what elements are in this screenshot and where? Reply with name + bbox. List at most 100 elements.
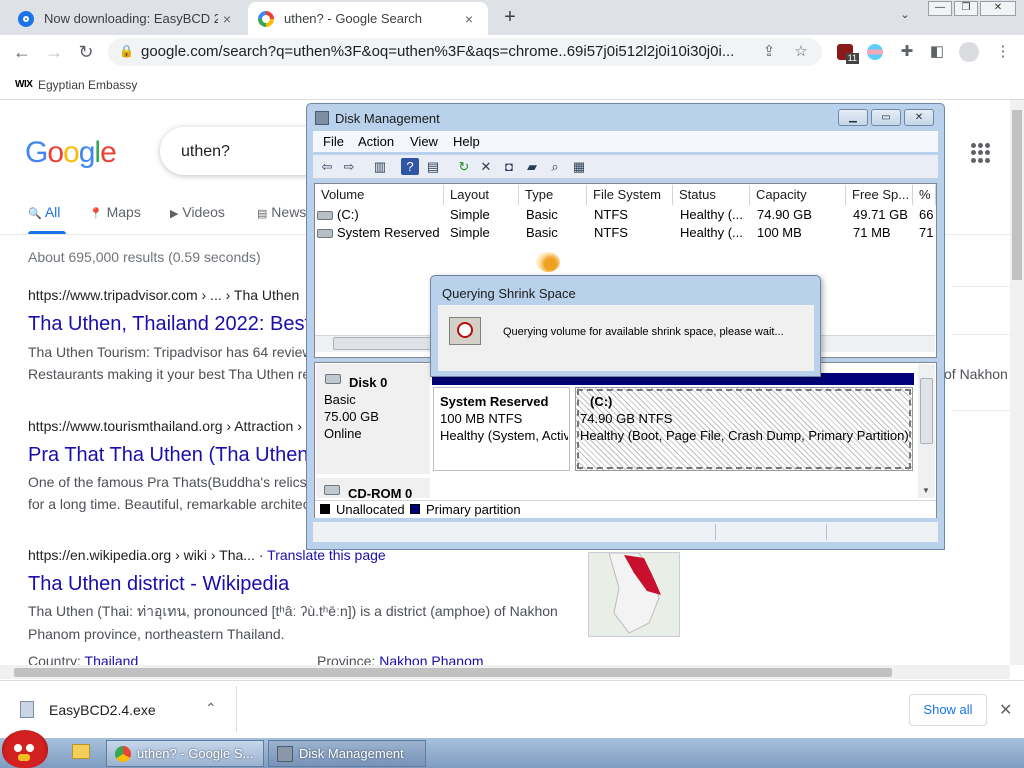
tab-google-search[interactable]: uthen? - Google Search ×: [248, 2, 488, 35]
side-panel-icon[interactable]: ◧: [926, 42, 948, 62]
result-cite[interactable]: https://www.tripadvisor.com › ... › Tha …: [28, 287, 299, 303]
forward-arrow-icon[interactable]: ⇨: [340, 158, 358, 175]
status-bar: [313, 522, 938, 542]
panel-divider: [952, 334, 1012, 335]
show-all-button[interactable]: Show all: [909, 694, 987, 726]
bookmark-egyptian-embassy[interactable]: Egyptian Embassy: [38, 78, 137, 92]
result-title[interactable]: Tha Uthen district - Wikipedia: [28, 573, 289, 596]
chevron-up-icon[interactable]: ⌃: [205, 700, 217, 717]
open-folder-icon[interactable]: ▰: [523, 158, 541, 175]
close-window-button[interactable]: ✕: [980, 1, 1016, 16]
disk-type: Basic: [324, 392, 356, 407]
col-free-space[interactable]: Free Sp...: [846, 185, 913, 205]
drive-icon: [317, 211, 333, 221]
taskbar-disk-management-button[interactable]: Disk Management: [268, 740, 426, 767]
scroll-down-arrow-icon[interactable]: ▼: [922, 486, 930, 495]
menu-help[interactable]: Help: [453, 134, 480, 149]
menu-file[interactable]: File: [323, 134, 344, 149]
result-title[interactable]: Pra That Tha Uthen (Tha Uthen: [28, 444, 309, 467]
disk-size: 75.00 GB: [324, 409, 379, 424]
taskbar-chrome-button[interactable]: uthen? - Google S...: [106, 740, 264, 767]
tab-news[interactable]: ▤ News: [257, 204, 306, 220]
dm-maximize-button[interactable]: ▭: [871, 109, 901, 126]
clock-icon: [457, 322, 473, 338]
col-status[interactable]: Status: [673, 185, 750, 205]
dialog-title: Querying Shrink Space: [442, 286, 576, 301]
extensions-puzzle-icon[interactable]: ✚: [896, 42, 918, 62]
folder-icon[interactable]: [72, 744, 90, 759]
close-shelf-icon[interactable]: ✕: [999, 700, 1012, 720]
bookmark-star-icon[interactable]: ☆: [790, 42, 812, 62]
settings-grid-icon[interactable]: ▦: [570, 158, 588, 175]
volume-row[interactable]: (C:) Simple Basic NTFS Healthy (... 74.9…: [315, 207, 936, 225]
properties-panel-icon[interactable]: ▤: [424, 158, 442, 175]
lock-icon[interactable]: 🔒: [119, 44, 134, 58]
partition-status: Healthy (Boot, Page File, Crash Dump, Pr…: [580, 428, 908, 443]
download-file-name[interactable]: EasyBCD2.4.exe: [49, 702, 156, 718]
menu-kebab-icon[interactable]: ⋮: [992, 42, 1014, 62]
extension-flag-icon[interactable]: [864, 42, 886, 62]
page-horizontal-scroll-thumb[interactable]: [14, 668, 892, 677]
col-capacity[interactable]: Capacity: [750, 185, 846, 205]
url-text[interactable]: google.com/search?q=uthen%3F&oq=uthen%3F…: [141, 43, 751, 60]
search-icon: 🔍: [28, 208, 42, 220]
col-volume[interactable]: Volume: [315, 185, 444, 205]
tab-maps[interactable]: 📍 Maps: [89, 204, 141, 220]
hard-disk-icon: [325, 374, 341, 384]
volume-row[interactable]: System Reserved Simple Basic NTFS Health…: [315, 225, 936, 243]
menu-action[interactable]: Action: [358, 134, 394, 149]
refresh-icon[interactable]: ↻: [455, 158, 473, 175]
partition-name: (C:): [590, 394, 613, 409]
wix-icon: WIX: [15, 79, 33, 90]
side-panel-text: of Nakhon: [944, 366, 1008, 382]
angry-bird-start-icon[interactable]: [2, 730, 48, 768]
tab-all[interactable]: 🔍 All: [28, 204, 60, 220]
legend-primary: Primary partition: [426, 502, 521, 517]
dm-close-button[interactable]: ✕: [904, 109, 934, 126]
partition-status: Healthy (System, Activ: [440, 428, 568, 443]
apps-grid-icon[interactable]: [971, 143, 991, 163]
disk-management-title-icon: [315, 111, 329, 125]
minimize-button[interactable]: —: [928, 1, 952, 16]
col-layout[interactable]: Layout: [444, 185, 519, 205]
profile-avatar-icon[interactable]: [958, 42, 980, 62]
back-button[interactable]: ←: [10, 41, 34, 63]
tab-easybcd[interactable]: Now downloading: EasyBCD 2 ×: [8, 2, 246, 35]
result-title[interactable]: Tha Uthen, Thailand 2022: Best: [28, 313, 310, 336]
forward-button[interactable]: →: [42, 41, 66, 63]
partition-size: 74.90 GB NTFS: [580, 411, 673, 426]
result-snippet: Tha Uthen (Thai: ท่าอุเทน, pronounced [t…: [28, 603, 558, 619]
tab-videos[interactable]: ▶ Videos: [170, 204, 225, 220]
new-tab-button[interactable]: +: [498, 6, 522, 30]
tab-search-button[interactable]: ⌄: [896, 8, 914, 26]
page-vertical-scroll-thumb[interactable]: [1012, 110, 1022, 280]
properties-icon[interactable]: ◘: [500, 158, 518, 175]
col-type[interactable]: Type: [519, 185, 587, 205]
extension-shield-icon[interactable]: 11: [834, 42, 859, 64]
result-cite[interactable]: https://www.tourismthailand.org › Attrac…: [28, 418, 302, 434]
col-file-system[interactable]: File System: [587, 185, 673, 205]
restore-button[interactable]: ❐: [954, 1, 978, 16]
disk-state: Online: [324, 426, 362, 441]
reload-button[interactable]: ↻: [74, 41, 98, 63]
district-map-image[interactable]: [588, 552, 680, 637]
disk-management-icon: [277, 745, 293, 762]
dialog-message: Querying volume for available shrink spa…: [503, 326, 784, 338]
dm-minimize-button[interactable]: ▁: [838, 109, 868, 126]
search-disk-icon[interactable]: ⌕: [546, 158, 564, 175]
col-percent[interactable]: %: [913, 185, 936, 205]
shelf-divider: [236, 686, 237, 732]
share-icon[interactable]: ⇪: [758, 42, 780, 62]
google-logo[interactable]: Google: [25, 136, 117, 170]
menu-view[interactable]: View: [410, 134, 438, 149]
tab-close-icon[interactable]: ×: [218, 11, 236, 27]
search-input[interactable]: uthen?: [181, 143, 230, 161]
menu-bar: [313, 131, 938, 152]
legend-unallocated-swatch: [320, 504, 330, 514]
tab-close-icon[interactable]: ×: [460, 11, 478, 27]
back-arrow-icon[interactable]: ⇦: [318, 158, 336, 175]
console-tree-icon[interactable]: ▥: [371, 158, 389, 175]
help-icon[interactable]: ?: [401, 158, 419, 175]
delete-icon[interactable]: ✕: [477, 158, 495, 175]
graph-vertical-scroll-thumb[interactable]: [920, 378, 933, 444]
